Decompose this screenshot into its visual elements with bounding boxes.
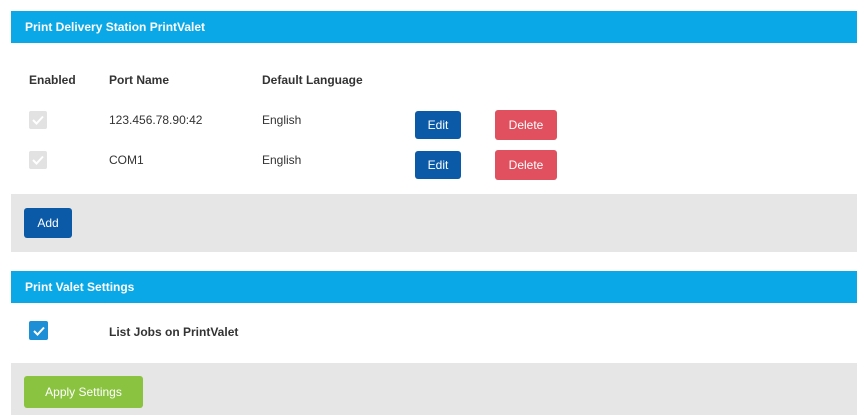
list-jobs-label: List Jobs on PrintValet (109, 325, 239, 339)
apply-settings-button[interactable]: Apply Settings (24, 376, 143, 408)
delete-button[interactable]: Delete (495, 110, 557, 140)
language-cell: English (262, 113, 302, 127)
column-header-default-language: Default Language (262, 73, 363, 87)
enabled-checkbox-disabled (29, 151, 47, 169)
add-button[interactable]: Add (24, 208, 72, 238)
list-jobs-checkbox[interactable] (29, 321, 48, 340)
column-header-enabled: Enabled (29, 73, 76, 87)
edit-button[interactable]: Edit (415, 151, 461, 179)
language-cell: English (262, 153, 302, 167)
port-name-cell: COM1 (109, 153, 144, 167)
settings-panel-title: Print Valet Settings (11, 271, 857, 303)
delete-button[interactable]: Delete (495, 150, 557, 180)
check-icon (32, 326, 45, 336)
check-icon (32, 115, 44, 125)
port-name-cell: 123.456.78.90:42 (109, 113, 203, 127)
edit-button[interactable]: Edit (415, 111, 461, 139)
enabled-checkbox-disabled (29, 111, 47, 129)
station-panel-footer: Add (11, 194, 857, 252)
column-header-port-name: Port Name (109, 73, 170, 87)
check-icon (32, 155, 44, 165)
station-panel-title: Print Delivery Station PrintValet (11, 11, 857, 43)
settings-panel-footer: Apply Settings (11, 363, 857, 415)
